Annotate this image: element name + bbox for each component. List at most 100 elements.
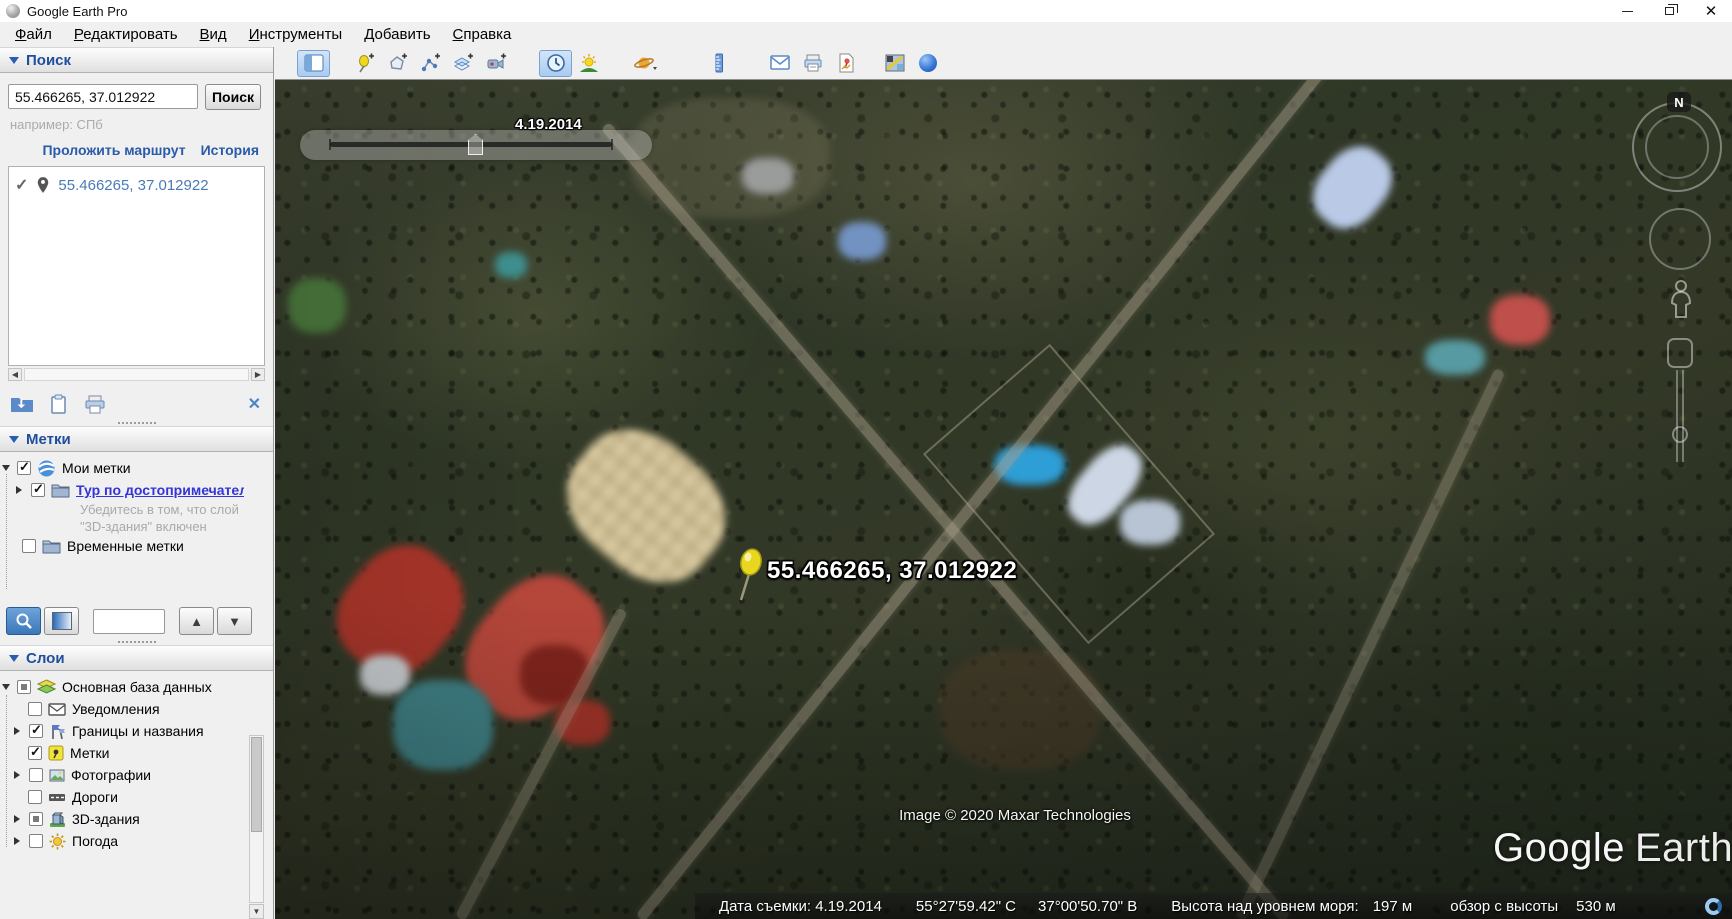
menu-file[interactable]: Файл (4, 23, 63, 46)
search-button[interactable]: Поиск (205, 84, 261, 110)
places-filter-input[interactable] (93, 609, 165, 634)
layer-label[interactable]: Погода (72, 833, 118, 849)
sidebar-toggle-button[interactable] (297, 50, 330, 77)
caret-down-icon[interactable] (2, 465, 11, 471)
collapse-triangle-icon[interactable] (9, 655, 19, 662)
my-places-label[interactable]: Мои метки (62, 460, 131, 476)
email-button[interactable] (763, 50, 796, 77)
layer-photos[interactable]: Фотографии (0, 764, 273, 786)
compass-north-badge[interactable]: N (1667, 92, 1691, 112)
layer-checkbox[interactable] (28, 746, 42, 760)
caret-right-icon[interactable] (14, 727, 23, 735)
layer-borders[interactable]: Границы и названия (0, 720, 273, 742)
save-image-button[interactable] (829, 50, 862, 77)
zoom-track[interactable] (1676, 370, 1684, 462)
collapse-triangle-icon[interactable] (9, 57, 19, 64)
clipboard-icon[interactable] (50, 394, 68, 414)
layer-checkbox[interactable] (28, 790, 42, 804)
menu-edit[interactable]: Редактировать (63, 23, 189, 46)
layer-checkbox[interactable] (28, 702, 42, 716)
find-places-button[interactable] (6, 607, 41, 635)
caret-right-icon[interactable] (14, 837, 23, 845)
map-viewport[interactable]: 4.19.2014 55.466265, 37.012922 Image © 2… (275, 80, 1732, 919)
search-result-label[interactable]: 55.466265, 37.012922 (58, 177, 208, 194)
minimize-button[interactable] (1606, 0, 1648, 22)
scrollbar-thumb[interactable] (251, 737, 262, 832)
restore-button[interactable] (1648, 0, 1690, 22)
search-input[interactable] (8, 84, 198, 109)
panel-drag-handle[interactable] (118, 641, 156, 643)
layer-checkbox[interactable] (29, 768, 43, 782)
scroll-right-icon[interactable]: ▶ (251, 368, 265, 381)
menu-view[interactable]: Вид (189, 23, 238, 46)
caret-right-icon[interactable] (14, 771, 23, 779)
scroll-track[interactable] (24, 368, 249, 381)
caret-down-icon[interactable] (2, 684, 11, 690)
scroll-down-icon[interactable]: ▼ (249, 904, 264, 919)
time-slider-handle[interactable] (468, 134, 483, 155)
close-search-icon[interactable]: ✕ (248, 394, 261, 414)
layer-label[interactable]: Границы и названия (72, 723, 204, 739)
print-button[interactable] (796, 50, 829, 77)
earth-sphere-button[interactable] (911, 50, 944, 77)
zoom-slider[interactable] (1667, 338, 1693, 483)
menu-tools[interactable]: Инструменты (238, 23, 354, 46)
get-directions-link[interactable]: Проложить маршрут (42, 142, 185, 158)
collapse-triangle-icon[interactable] (9, 436, 19, 443)
record-tour-button[interactable] (480, 50, 513, 77)
temp-places-label[interactable]: Временные метки (67, 538, 184, 554)
import-folder-icon[interactable] (10, 395, 34, 413)
tree-item-temp-places[interactable]: Временные метки (0, 535, 273, 557)
layer-root-checkbox[interactable] (17, 680, 31, 694)
add-placemark-button[interactable] (348, 50, 381, 77)
layer-root[interactable]: Основная база данных (0, 676, 273, 698)
places-panel-header[interactable]: Метки (0, 426, 273, 452)
layer-label[interactable]: Метки (70, 745, 110, 761)
layer-placemarks[interactable]: Метки (0, 742, 273, 764)
scroll-left-icon[interactable]: ◀ (8, 368, 22, 381)
history-link[interactable]: История (201, 142, 259, 158)
zoom-thumb[interactable] (1672, 426, 1688, 443)
layer-3d-buildings[interactable]: 3D-здания (0, 808, 273, 830)
layer-label[interactable]: Уведомления (72, 701, 160, 717)
caret-right-icon[interactable] (14, 815, 23, 823)
menu-add[interactable]: Добавить (353, 23, 441, 46)
tree-item-tour[interactable]: Тур по достопримечательно (0, 479, 273, 501)
view-in-maps-button[interactable] (878, 50, 911, 77)
zoom-in-handle[interactable] (1667, 338, 1693, 368)
transparency-button[interactable] (44, 607, 79, 635)
close-button[interactable]: ✕ (1690, 0, 1732, 22)
look-joystick[interactable] (1649, 208, 1711, 270)
caret-right-icon[interactable] (16, 486, 25, 494)
next-result-button[interactable]: ▼ (217, 607, 252, 635)
time-slider[interactable] (300, 130, 652, 160)
print-small-icon[interactable] (84, 395, 106, 414)
tour-checkbox[interactable] (31, 483, 45, 497)
layers-scrollbar[interactable] (249, 735, 264, 903)
tour-link[interactable]: Тур по достопримечательно (76, 482, 244, 498)
menu-help[interactable]: Справка (442, 23, 523, 46)
layer-roads[interactable]: Дороги (0, 786, 273, 808)
search-panel-header[interactable]: Поиск (0, 47, 273, 73)
layer-root-label[interactable]: Основная база данных (62, 679, 212, 695)
layer-checkbox[interactable] (29, 724, 43, 738)
street-view-pegman[interactable] (1667, 278, 1695, 335)
historical-imagery-button[interactable] (539, 50, 572, 77)
layer-weather[interactable]: Погода (0, 830, 273, 852)
prev-result-button[interactable]: ▲ (179, 607, 214, 635)
sunlight-button[interactable] (572, 50, 605, 77)
layers-panel-header[interactable]: Слои (0, 645, 273, 671)
layer-checkbox[interactable] (29, 834, 43, 848)
planets-button[interactable] (629, 50, 662, 77)
my-places-checkbox[interactable] (17, 461, 31, 475)
layer-label[interactable]: 3D-здания (72, 811, 140, 827)
temp-places-checkbox[interactable] (22, 539, 36, 553)
layer-label[interactable]: Дороги (72, 789, 118, 805)
layer-checkbox[interactable] (29, 812, 43, 826)
results-horizontal-scrollbar[interactable]: ◀ ▶ (8, 367, 265, 382)
add-polygon-button[interactable] (381, 50, 414, 77)
layer-label[interactable]: Фотографии (71, 767, 151, 783)
ruler-button[interactable] (702, 50, 735, 77)
layer-notifications[interactable]: Уведомления (0, 698, 273, 720)
add-overlay-button[interactable] (447, 50, 480, 77)
